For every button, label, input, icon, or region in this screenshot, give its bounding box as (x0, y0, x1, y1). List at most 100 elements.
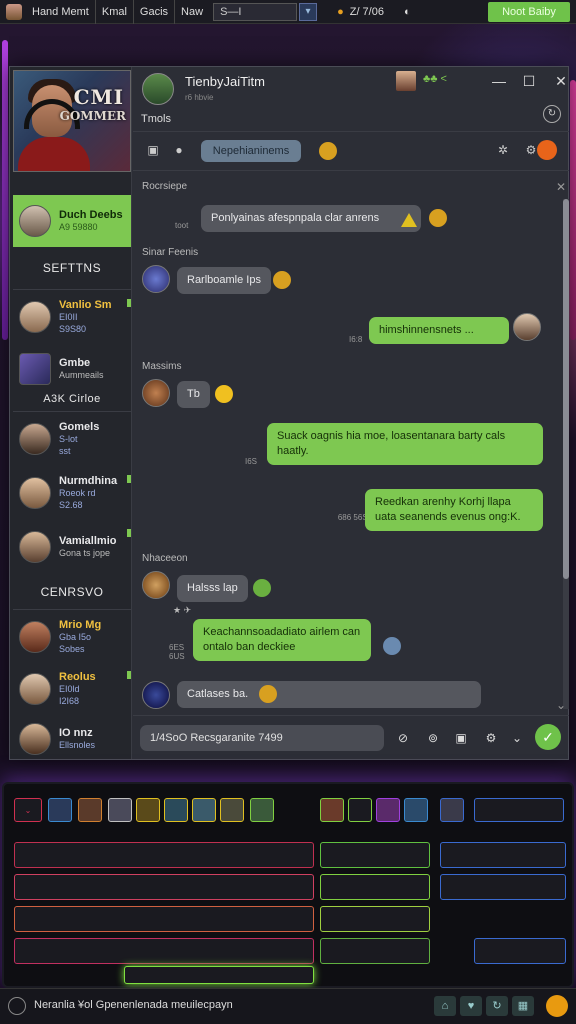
headset-icon[interactable]: ◐ (398, 0, 417, 24)
banner-subtitle: GOMMER (59, 109, 126, 123)
keyboard-row (474, 938, 566, 964)
scrollbar-thumb[interactable] (563, 199, 569, 579)
heart-icon[interactable]: ♥ (460, 996, 482, 1016)
online-indicator (127, 475, 131, 483)
minimize-button[interactable]: — (489, 73, 509, 89)
keyboard-row (440, 842, 566, 868)
status-indicator: ♣♣ < (423, 73, 447, 85)
grid-icon[interactable]: ▦ (512, 996, 534, 1016)
message-bubble[interactable]: Ponlyainas afespnpala clar anrens (201, 205, 421, 232)
message-bubble[interactable]: Tb (177, 381, 210, 408)
keyboard-key (250, 798, 274, 822)
keyboard-key (474, 798, 564, 822)
attach-icon[interactable]: ⊘ (395, 730, 411, 746)
notification-icon[interactable] (537, 140, 557, 160)
taskbar-item[interactable]: Gacis (132, 0, 174, 24)
contact-thumbnail[interactable] (396, 71, 416, 91)
sidebar-item-sub: Gba I5o (59, 632, 92, 642)
power-icon[interactable] (546, 995, 568, 1017)
sidebar-item[interactable]: Gomels S-lot sst (13, 413, 131, 465)
avatar (19, 423, 51, 455)
send-button[interactable]: ✓ (535, 724, 561, 750)
sidebar-item-name: Gomels (59, 421, 100, 433)
avatar (19, 301, 51, 333)
divider (13, 609, 131, 610)
taskbar-search-input[interactable]: S—I (213, 2, 298, 21)
taskbar-item[interactable]: Hand Memt (26, 0, 95, 24)
history-icon[interactable]: ↻ (543, 105, 561, 123)
avatar[interactable] (142, 265, 170, 293)
taskbar: Hand Memt Kmal Gacis Naw S—I ▾ ● Z/ 7/06… (0, 0, 576, 24)
avatar (19, 621, 51, 653)
image-icon[interactable]: ▣ (453, 730, 469, 746)
keyboard-row (440, 874, 566, 900)
sidebar-item[interactable]: IO nnz Ellsnoles (13, 713, 131, 765)
compass-icon[interactable]: ⊚ (425, 730, 441, 746)
chevron-down-icon[interactable]: ⌄ (509, 730, 525, 746)
message-bubble[interactable]: Suack oagnis hia moe, loasentanara barty… (267, 423, 543, 465)
window-icon[interactable]: ▣ (145, 142, 161, 158)
sidebar-item-sub: S9S80 (59, 324, 87, 334)
sidebar-item[interactable]: Vanlio Sm EI0II S9S80 (13, 291, 131, 343)
divider (13, 289, 131, 290)
avatar[interactable] (142, 571, 170, 599)
settings-icon[interactable]: ✲ (495, 142, 511, 158)
sticker-icon (429, 209, 447, 227)
avatar[interactable] (142, 681, 170, 709)
keyboard-row (14, 842, 314, 868)
chat-title: TienbyJaiTitm (185, 74, 265, 89)
chevron-down-icon[interactable]: ▾ (299, 2, 318, 21)
sticker-icon (273, 271, 291, 289)
message-bubble[interactable]: himshinnensnets ... (369, 317, 509, 344)
message-scrollbar[interactable] (563, 199, 569, 709)
emoji-icon (215, 385, 233, 403)
taskbar-action-button[interactable]: Noot Baiby (488, 2, 570, 22)
message-list: Rocrsiepe toot Ponlyainas afespnpala cla… (133, 173, 569, 713)
chat-bubble-icon[interactable]: ● (171, 142, 187, 158)
sidebar-section-heading: SEFTTNS (42, 261, 102, 275)
taskbar-item[interactable]: Naw (174, 0, 209, 24)
avatar[interactable] (142, 379, 170, 407)
reaction-icon: ★ ✈ (173, 605, 192, 615)
keyboard-key (376, 798, 400, 822)
close-icon[interactable]: ✕ (553, 179, 569, 195)
sidebar-item[interactable]: Mrio Mg Gba I5o Sobes (13, 611, 131, 663)
avatar (19, 723, 51, 755)
status-text: Neranlia ¥ol Gpenenlenada meuilecpayn (34, 999, 233, 1011)
chat-label: Tmols (141, 113, 171, 125)
message-bubble[interactable]: Halsss lap (177, 575, 248, 602)
chevron-down-icon[interactable]: ⌄ (553, 697, 569, 713)
keyboard-key (78, 798, 102, 822)
app-icon[interactable]: ⌂ (434, 996, 456, 1016)
game-banner-image[interactable]: CMI GOMMER (13, 70, 131, 172)
sticker-icon (253, 579, 271, 597)
chat-subtitle: r6 hbvie (185, 93, 214, 102)
sidebar-item-sub: A9 59880 (59, 222, 98, 232)
message-bubble[interactable]: Catlases ba. (177, 681, 481, 708)
maximize-button[interactable]: ☐ (519, 73, 539, 90)
message-input[interactable]: 1/4SoO Recsgaranite 7499 (140, 725, 384, 751)
message-bubble[interactable]: Reedkan arenhy Korhj llapa uata seanends… (365, 489, 543, 531)
contact-avatar[interactable] (142, 73, 174, 105)
message-bubble[interactable]: Keachannsoadadiato airlem can ontalo ban… (193, 619, 371, 661)
close-button[interactable]: ✕ (551, 73, 571, 90)
sidebar-item-active[interactable]: Duch Deebs A9 59880 (13, 195, 131, 247)
settings-icon[interactable]: ⚙ (483, 730, 499, 746)
taskbar-item[interactable]: Kmal (94, 0, 133, 24)
message-bubble[interactable]: Rarlboamle Ips (177, 267, 271, 294)
sidebar-item[interactable]: Vamiallmio Gona ts jope (13, 521, 131, 573)
sidebar-section-heading: CENRSVO (40, 585, 104, 599)
refresh-icon[interactable]: ↻ (486, 996, 508, 1016)
sidebar-item[interactable]: Reolus EI0ld I2I68 (13, 663, 131, 715)
user-avatar[interactable] (6, 3, 22, 20)
keyboard-row (14, 906, 314, 932)
sidebar-item[interactable]: Gmbe Aummeails (13, 343, 131, 395)
warning-icon (401, 213, 417, 227)
avatar[interactable] (513, 313, 541, 341)
message-composer: 1/4SoO Recsgaranite 7499 ⊘ ⊚ ▣ ⚙ ⌄ ✓ (133, 715, 569, 759)
status-circle-icon[interactable] (8, 997, 26, 1015)
keyboard-key (164, 798, 188, 822)
sidebar-item-name: Vanlio Sm (59, 299, 112, 311)
sidebar-item[interactable]: Nurmdhina Roeok rd S2.68 (13, 467, 131, 519)
tab-pill[interactable]: Nepehianinems (201, 140, 301, 162)
